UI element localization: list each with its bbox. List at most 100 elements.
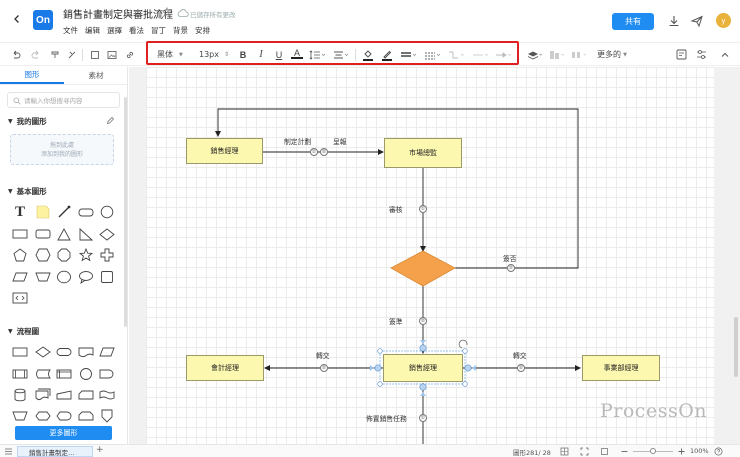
rounded-rect-shape-icon[interactable]: [78, 205, 94, 219]
node-sales-manager-top[interactable]: 銷售經理: [186, 138, 263, 164]
code-shape-icon[interactable]: [12, 291, 28, 305]
layer-icon[interactable]: [526, 48, 544, 61]
line-shape-icon[interactable]: [56, 205, 72, 219]
edge-not-approved[interactable]: [215, 108, 579, 269]
document-shape-icon[interactable]: [78, 345, 94, 359]
document-title[interactable]: 銷售計畫制定與審批流程: [63, 6, 173, 21]
star-shape-icon[interactable]: [78, 248, 94, 262]
node-market-director[interactable]: 市場總監: [384, 138, 462, 168]
share-button[interactable]: 共有: [612, 13, 654, 30]
page-tab[interactable]: 銷售計畫制定…: [17, 446, 93, 457]
text-shape-icon[interactable]: T: [12, 204, 28, 220]
preparation-shape-icon[interactable]: [35, 409, 51, 423]
parallelogram-shape-icon[interactable]: [12, 270, 28, 284]
zoom-slider-thumb[interactable]: [650, 448, 656, 454]
connection-point-bottom[interactable]: [419, 383, 427, 391]
line-style-icon[interactable]: [423, 48, 443, 61]
multi-document-shape-icon[interactable]: [35, 388, 51, 402]
undo-icon[interactable]: [9, 48, 23, 61]
page-list-icon[interactable]: [4, 447, 13, 456]
canvas-area[interactable]: 銷售經理 市場總監 會計經理 銷售經理 事業部經理 制定計劃 呈報 ① ② 審核…: [129, 67, 740, 444]
manual-input-shape-icon[interactable]: [56, 388, 72, 402]
zoom-level[interactable]: 100%: [690, 447, 709, 455]
line-width-icon[interactable]: [399, 48, 419, 61]
data-shape-icon[interactable]: [99, 345, 115, 359]
font-size-select[interactable]: 13px ⇕: [199, 48, 231, 61]
font-color-icon[interactable]: A: [291, 48, 303, 59]
sidebar-scrollbar[interactable]: [124, 97, 127, 327]
connection-point-right[interactable]: [464, 364, 472, 372]
menu-item[interactable]: 文件: [63, 25, 78, 36]
send-icon[interactable]: [690, 14, 704, 28]
note-shape-icon[interactable]: [35, 205, 51, 219]
pentagon-shape-icon[interactable]: [12, 248, 28, 262]
rounded-rect2-shape-icon[interactable]: [35, 227, 51, 241]
menu-item[interactable]: 選擇: [107, 25, 122, 36]
add-page-button[interactable]: +: [96, 445, 104, 455]
menu-item[interactable]: 冒丁: [151, 25, 166, 36]
stored-data-shape-icon[interactable]: [35, 367, 51, 381]
connector-type-icon[interactable]: [447, 48, 467, 61]
underline-icon[interactable]: U: [273, 48, 285, 61]
internal-storage-shape-icon[interactable]: [56, 367, 72, 381]
line-height-icon[interactable]: [308, 48, 326, 61]
menu-item[interactable]: 看法: [129, 25, 144, 36]
star-icon[interactable]: [162, 7, 172, 17]
arrange-icon[interactable]: [548, 48, 566, 61]
clear-format-icon[interactable]: [65, 48, 79, 61]
delay-shape-icon[interactable]: [99, 367, 115, 381]
octagon-shape-icon[interactable]: [56, 248, 72, 262]
distribute-icon[interactable]: [570, 48, 588, 61]
avatar[interactable]: y: [716, 13, 731, 28]
manual-operation-shape-icon[interactable]: [12, 409, 28, 423]
hexagon-shape-icon[interactable]: [35, 248, 51, 262]
speech-bubble-shape-icon[interactable]: [78, 270, 94, 284]
fullscreen-icon[interactable]: [580, 447, 589, 456]
terminator-shape-icon[interactable]: [56, 345, 72, 359]
offpage-shape-icon[interactable]: [99, 409, 115, 423]
edit-icon[interactable]: [106, 116, 115, 125]
style-panel-icon[interactable]: [674, 48, 688, 61]
menu-item[interactable]: 安排: [195, 25, 210, 36]
node-sales-manager-mid[interactable]: 銷售經理: [383, 354, 463, 382]
italic-icon[interactable]: I: [255, 48, 267, 61]
connector-circle-shape-icon[interactable]: [78, 367, 94, 381]
image-icon[interactable]: [105, 48, 119, 61]
decision-shape-icon[interactable]: [35, 345, 51, 359]
process-shape-icon[interactable]: [12, 345, 28, 359]
canvas-scrollbar[interactable]: [734, 317, 738, 377]
card-shape-icon[interactable]: [78, 388, 94, 402]
display-shape-icon[interactable]: [56, 409, 72, 423]
node-accountant[interactable]: 會計經理: [186, 355, 264, 381]
menu-item[interactable]: 编辑: [85, 25, 100, 36]
more-shapes-button[interactable]: 更多圖形: [15, 426, 112, 440]
back-icon[interactable]: [8, 10, 26, 28]
grid-icon[interactable]: [560, 447, 569, 456]
align-icon[interactable]: [332, 48, 350, 61]
shape-search-input[interactable]: 请輸入你想搜寻内容: [7, 92, 120, 108]
font-family-select[interactable]: 黑体 ▼: [157, 48, 189, 61]
arrow-end-icon[interactable]: [494, 48, 514, 61]
arrow-start-icon[interactable]: [471, 48, 491, 61]
menu-item[interactable]: 背景: [173, 25, 188, 36]
help-icon[interactable]: [714, 447, 723, 456]
tape-shape-icon[interactable]: [99, 388, 115, 402]
zoom-out-icon[interactable]: [620, 447, 629, 456]
my-shapes-dropzone[interactable]: 拖到此處 添加到我的圖形: [10, 134, 114, 165]
ellipse-shape-icon[interactable]: [56, 270, 72, 284]
circle-shape-icon[interactable]: [99, 205, 115, 219]
line-color-icon[interactable]: [380, 48, 394, 61]
decision-diamond[interactable]: [390, 250, 456, 287]
loop-limit-shape-icon[interactable]: [78, 409, 94, 423]
tab-shapes[interactable]: 图形: [0, 67, 64, 84]
fill-color-icon[interactable]: [361, 48, 375, 61]
redo-icon[interactable]: [29, 48, 43, 61]
square-shape-icon[interactable]: [99, 270, 115, 284]
database-shape-icon[interactable]: [12, 388, 28, 402]
rectangle-shape-icon[interactable]: [12, 227, 28, 241]
bold-icon[interactable]: B: [237, 48, 249, 61]
zoom-in-icon[interactable]: [677, 447, 686, 456]
right-triangle-shape-icon[interactable]: [78, 227, 94, 241]
collapse-icon[interactable]: [718, 48, 732, 61]
section-flowchart[interactable]: ▼ 流程圖: [8, 326, 39, 337]
